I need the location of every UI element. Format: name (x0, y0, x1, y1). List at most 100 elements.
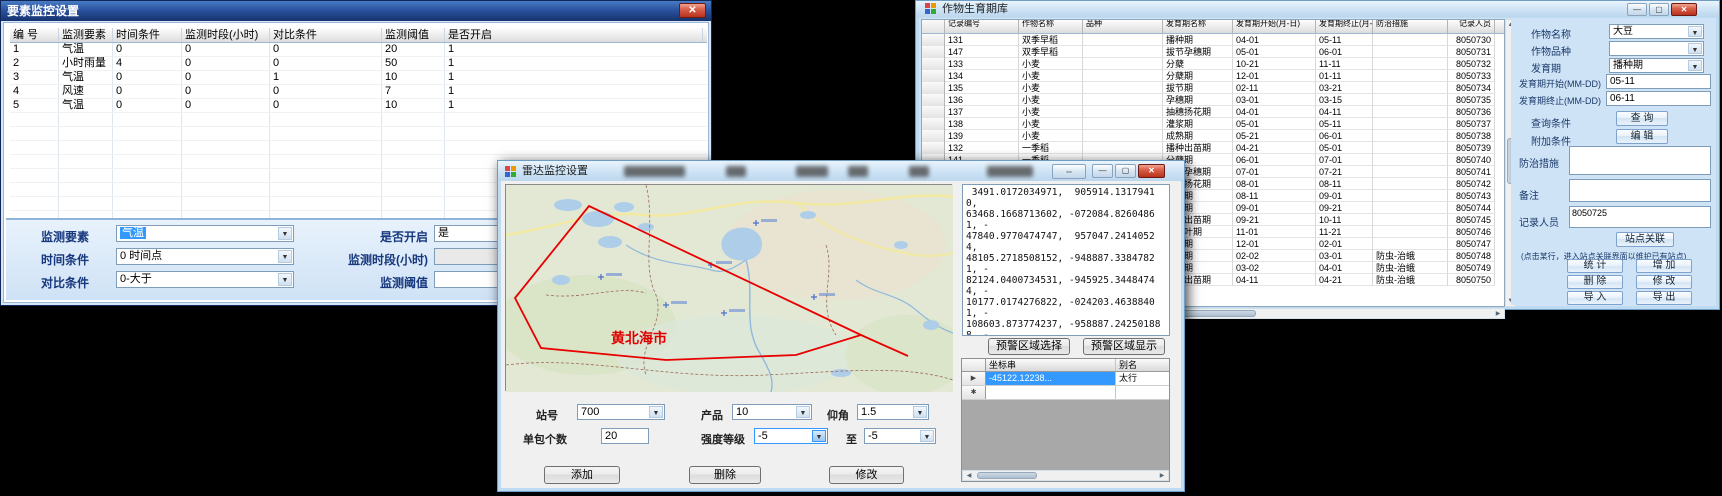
intensity-to-combo[interactable]: -5 ▼ (864, 428, 936, 444)
chevron-down-icon[interactable]: ▼ (278, 227, 292, 240)
warning-area-map[interactable]: 黄北海市 (505, 184, 952, 391)
scroll-right-icon[interactable]: ▶ (1156, 471, 1168, 480)
query-button[interactable]: 查 询 (1616, 111, 1668, 126)
chevron-down-icon[interactable]: ▼ (812, 430, 826, 442)
grid-cell-coords[interactable]: -45122.12238... (986, 372, 1116, 385)
table-row[interactable]: 132一季稻播种出苗期04-2105-018050739 (922, 142, 1504, 154)
column-header[interactable]: 记录编号 (945, 20, 1019, 33)
table-row[interactable]: 134小麦分蘖期12-0101-118050733 (922, 70, 1504, 82)
table-row[interactable]: 131双季早稻播种期04-0105-118050730 (922, 34, 1504, 46)
table-empty-row[interactable] (10, 127, 707, 141)
column-header[interactable]: 编 号 (10, 28, 59, 42)
scroll-left-icon[interactable]: ◀ (963, 471, 975, 480)
add-button[interactable]: 增 加 (1636, 259, 1692, 273)
column-header[interactable]: 对比条件 (270, 28, 382, 42)
column-header[interactable]: 记录人员 (1448, 20, 1495, 33)
maximize-button[interactable]: ▢ (1649, 3, 1669, 16)
grid-cell-empty[interactable] (986, 386, 1116, 399)
edit-button[interactable]: 编 辑 (1616, 129, 1668, 144)
time-condition-combo[interactable]: 0 时间点 ▼ (116, 248, 294, 265)
title-bar[interactable]: 要素监控设置 (1, 1, 711, 21)
modify-button[interactable]: 修改 (829, 466, 904, 484)
area-show-button[interactable]: 预警区域显示 (1083, 338, 1165, 355)
recorder-textarea[interactable]: 8050725 (1569, 206, 1711, 228)
chevron-down-icon[interactable]: ▼ (1688, 43, 1702, 54)
delete-button[interactable]: 删除 (689, 466, 761, 484)
close-button[interactable]: ✕ (1138, 164, 1165, 178)
chevron-down-icon[interactable]: ▼ (278, 250, 292, 263)
chevron-down-icon[interactable]: ▼ (920, 430, 934, 442)
stage-combo[interactable]: 播种期 ▼ (1609, 58, 1704, 73)
grid-cell-empty[interactable] (1116, 386, 1169, 399)
table-row[interactable]: 147双季早稻拔节孕穗期05-0106-018050731 (922, 46, 1504, 58)
table-row[interactable]: 4风速00071 (10, 85, 707, 99)
column-header[interactable]: 时间条件 (113, 28, 182, 42)
import-button[interactable]: 导 入 (1567, 291, 1623, 305)
close-button[interactable]: ✕ (1671, 3, 1697, 16)
table-row[interactable]: 3气温001101 (10, 71, 707, 85)
station-combo[interactable]: 700 ▼ (577, 404, 665, 420)
delete-button[interactable]: 删 除 (1567, 275, 1623, 289)
table-row[interactable]: 133小麦分蘖10-2111-118050732 (922, 58, 1504, 70)
table-row[interactable]: 5气温000101 (10, 99, 707, 113)
swap-button[interactable]: ⇔ (1052, 164, 1086, 179)
grid-cell-alias[interactable]: 太行 (1116, 372, 1169, 385)
export-button[interactable]: 导 出 (1636, 291, 1692, 305)
stage-end-input[interactable]: 06-11 (1606, 91, 1711, 106)
element-combo[interactable]: 气温 ▼ (116, 225, 294, 242)
column-header[interactable]: 发育期开始(月-日) (1233, 20, 1316, 33)
table-empty-row[interactable] (10, 113, 707, 127)
table-row[interactable]: 137小麦抽穗扬花期04-0104-118050736 (922, 106, 1504, 118)
add-button[interactable]: 添加 (544, 466, 620, 484)
station-link-button[interactable]: 站点关联 (1616, 232, 1674, 247)
note-textarea[interactable] (1569, 179, 1711, 202)
product-combo[interactable]: 10 ▼ (732, 404, 812, 420)
coordinates-textarea[interactable]: 3491.0172034971, 905914.13179410, 63468.… (962, 184, 1170, 336)
table-row[interactable]: 139小麦成熟期05-2106-018050738 (922, 130, 1504, 142)
area-select-button[interactable]: 预警区域选择 (988, 338, 1070, 355)
column-header[interactable]: 防治措施 (1373, 20, 1448, 33)
table-row[interactable]: 2小时雨量400501 (10, 57, 707, 71)
packet-count-input[interactable]: 20 (601, 428, 649, 444)
grid-horizontal-scrollbar[interactable]: ◀ ▶ (962, 470, 1169, 481)
minimize-button[interactable]: — (1627, 3, 1647, 16)
column-header[interactable]: 监测要素 (59, 28, 113, 42)
table-row[interactable]: 136小麦孕穗期03-0103-158050735 (922, 94, 1504, 106)
grid-row[interactable]: ▶ -45122.12238... 太行 (962, 372, 1169, 386)
table-row[interactable]: 1气温000201 (10, 43, 707, 57)
crop-combo[interactable]: 大豆 ▼ (1609, 24, 1704, 39)
scroll-right-icon[interactable]: ▶ (1492, 309, 1504, 318)
redacted-text (848, 166, 868, 177)
scrollbar-thumb[interactable] (977, 472, 1037, 479)
table-empty-row[interactable] (10, 141, 707, 155)
table-row[interactable]: 138小麦灌浆期05-0105-118050737 (922, 118, 1504, 130)
chevron-down-icon[interactable]: ▼ (1688, 60, 1702, 71)
column-header[interactable]: 是否开启 (445, 28, 703, 42)
column-header[interactable]: 品种 (1083, 20, 1163, 33)
stat-button[interactable]: 统 计 (1567, 259, 1623, 273)
measure-textarea[interactable] (1569, 146, 1711, 175)
compare-condition-combo[interactable]: 0-大于 ▼ (116, 271, 294, 288)
chevron-down-icon[interactable]: ▼ (278, 273, 292, 286)
column-header[interactable]: 发育期名称 (1163, 20, 1233, 33)
column-header[interactable]: 作物名称 (1019, 20, 1083, 33)
column-header[interactable]: 发育期终止(月-日) (1316, 20, 1373, 33)
chevron-down-icon[interactable]: ▼ (913, 406, 927, 418)
column-header[interactable]: 监测阈值 (382, 28, 445, 42)
elevation-combo[interactable]: 1.5 ▼ (857, 404, 929, 420)
chevron-down-icon[interactable]: ▼ (1688, 26, 1702, 37)
maximize-button[interactable]: ▢ (1115, 164, 1136, 178)
grid-new-row[interactable]: ✱ (962, 386, 1169, 400)
intensity-combo[interactable]: -5 ▼ (754, 428, 828, 444)
modify-button[interactable]: 修 改 (1636, 275, 1692, 289)
table-cell: 7 (382, 85, 445, 98)
column-header[interactable]: 监测时段(小时) (182, 28, 270, 42)
stage-start-input[interactable]: 05-11 (1606, 74, 1711, 89)
chevron-down-icon[interactable]: ▼ (649, 406, 663, 418)
table-row[interactable]: 135小麦拔节期02-1103-218050734 (922, 82, 1504, 94)
title-bar[interactable]: 作物生育期库 (916, 1, 1719, 17)
chevron-down-icon[interactable]: ▼ (796, 406, 810, 418)
minimize-button[interactable]: — (1092, 164, 1113, 178)
variety-combo[interactable]: ▼ (1609, 41, 1704, 56)
close-button[interactable]: ✕ (679, 3, 706, 18)
